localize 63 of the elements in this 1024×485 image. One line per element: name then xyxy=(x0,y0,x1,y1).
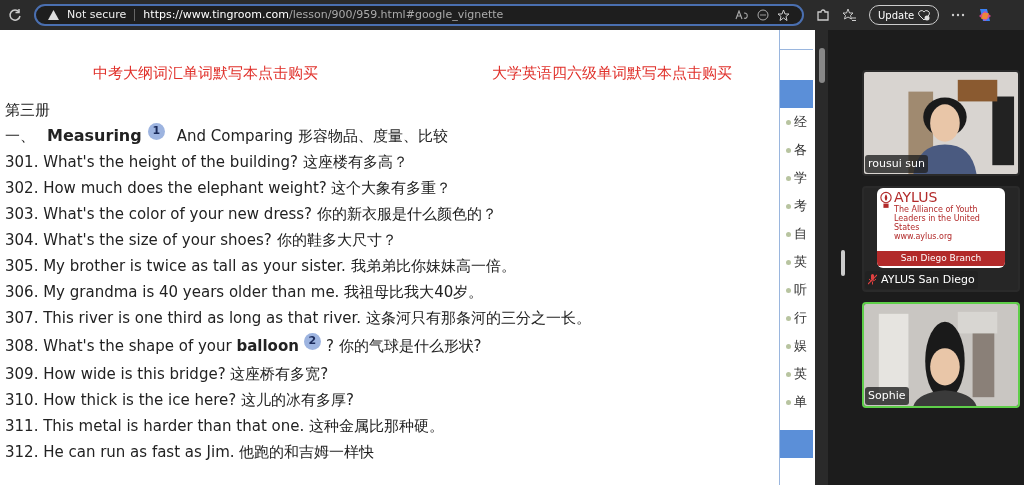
participant-name: AYLUS San Diego xyxy=(865,270,978,289)
heading-text: And Comparing 形容物品、度量、比较 xyxy=(176,126,448,147)
bullet-icon xyxy=(786,147,791,153)
sentence-text: 305. My brother is twice as tall as your sister. 我弟弟比你妹妹高一倍。 xyxy=(5,256,516,277)
sentence-text: 302. How much does the elephant weight? 这个大象有多重？ xyxy=(5,178,452,199)
sidebar-link[interactable]: 学 xyxy=(794,168,807,188)
sidebar-link[interactable]: 英 xyxy=(794,364,807,384)
more-icon[interactable] xyxy=(951,13,966,17)
sidebar-link[interactable]: 自 xyxy=(794,224,807,244)
sentence-text: 310. How thick is the ice here? 这儿的冰有多厚? xyxy=(5,390,354,411)
sentence-text: ? 你的气球是什么形状? xyxy=(325,336,482,357)
sidebar-link[interactable]: 考 xyxy=(794,196,807,216)
address-bar[interactable]: Not secure https://www.tingroom.com/lesson/900/959.html#google_vignette xyxy=(34,4,804,26)
sentence-text: 312. He can run as fast as Jim. 他跑的和吉姆一样快 xyxy=(5,442,375,463)
sentence-text: 301. What's the height of the building? 这座楼有多高？ xyxy=(5,152,408,173)
branch-banner: San Diego Branch xyxy=(877,251,1005,266)
read-aloud-icon[interactable] xyxy=(735,10,749,20)
book-title: 第三册 xyxy=(5,100,51,121)
bullet-icon xyxy=(786,287,791,293)
logo-title: AYLUS xyxy=(894,190,939,205)
bullet-icon xyxy=(786,371,791,377)
logo-website: www.aylus.org xyxy=(894,232,954,241)
bullet-icon xyxy=(786,203,791,209)
sidebar-link[interactable]: 英 xyxy=(794,252,807,272)
sidebar-link[interactable]: 各 xyxy=(794,140,807,160)
sidebar-header xyxy=(780,80,813,108)
sentence-text: 307. This river is one third as long as that river. 这条河只有那条河的三分之一长。 xyxy=(5,308,591,329)
warning-icon xyxy=(48,10,59,20)
promo-link[interactable]: 大学英语四六级单词默写本点击购买 xyxy=(492,62,732,84)
sidebar-header xyxy=(780,430,813,458)
url-text[interactable]: https://www.tingroom.com/lesson/900/959.html#google_vignette xyxy=(143,6,727,24)
more-circle-icon[interactable] xyxy=(757,9,769,21)
heading-number: 一、 xyxy=(5,126,35,147)
bullet-icon xyxy=(786,175,791,181)
footnote-badge[interactable]: 1 xyxy=(147,122,165,140)
sentence-text: 303. What's the color of your new dress? 你的新衣服是什么颜色的？ xyxy=(5,204,497,225)
sidebar-link[interactable]: 经 xyxy=(794,112,807,132)
bullet-icon xyxy=(786,119,791,125)
bullet-icon xyxy=(786,231,791,237)
bullet-icon xyxy=(786,343,791,349)
sentence-text: 306. My grandma is 40 years older than me. 我祖母比我大40岁。 xyxy=(5,282,484,303)
bullet-icon xyxy=(786,259,791,265)
sentence-text: 309. How wide is this bridge? 这座桥有多宽? xyxy=(5,364,329,385)
resize-handle[interactable] xyxy=(841,249,845,276)
security-label[interactable]: Not secure xyxy=(67,6,127,24)
sentence-text: 311. This metal is harder than that one. 这种金属比那种硬。 xyxy=(5,416,444,437)
heading-keyword: Measuring xyxy=(47,125,142,147)
heart-badge-icon xyxy=(918,9,931,21)
refresh-icon[interactable] xyxy=(8,8,22,22)
promo-link[interactable]: 中考大纲词汇单词默写本点击购买 xyxy=(92,62,318,84)
sentence-text: 304. What's the size of your shoes? 你的鞋多大尺寸？ xyxy=(5,230,397,251)
footnote-badge[interactable]: 2 xyxy=(303,332,321,350)
sidebar-link[interactable]: 听 xyxy=(794,280,807,300)
sidebar-link[interactable]: 行 xyxy=(794,308,807,328)
sidebar-link[interactable]: 娱 xyxy=(794,336,807,356)
bullet-icon xyxy=(786,399,791,405)
star-icon[interactable] xyxy=(777,8,790,22)
sidebar-link[interactable]: 单 xyxy=(794,392,807,412)
sentence-text: 308. What's the shape of your balloon xyxy=(5,336,299,357)
favorites-icon[interactable] xyxy=(842,8,857,22)
scrollbar[interactable] xyxy=(815,30,828,485)
bullet-icon xyxy=(786,315,791,321)
extension-icon[interactable] xyxy=(816,8,830,22)
